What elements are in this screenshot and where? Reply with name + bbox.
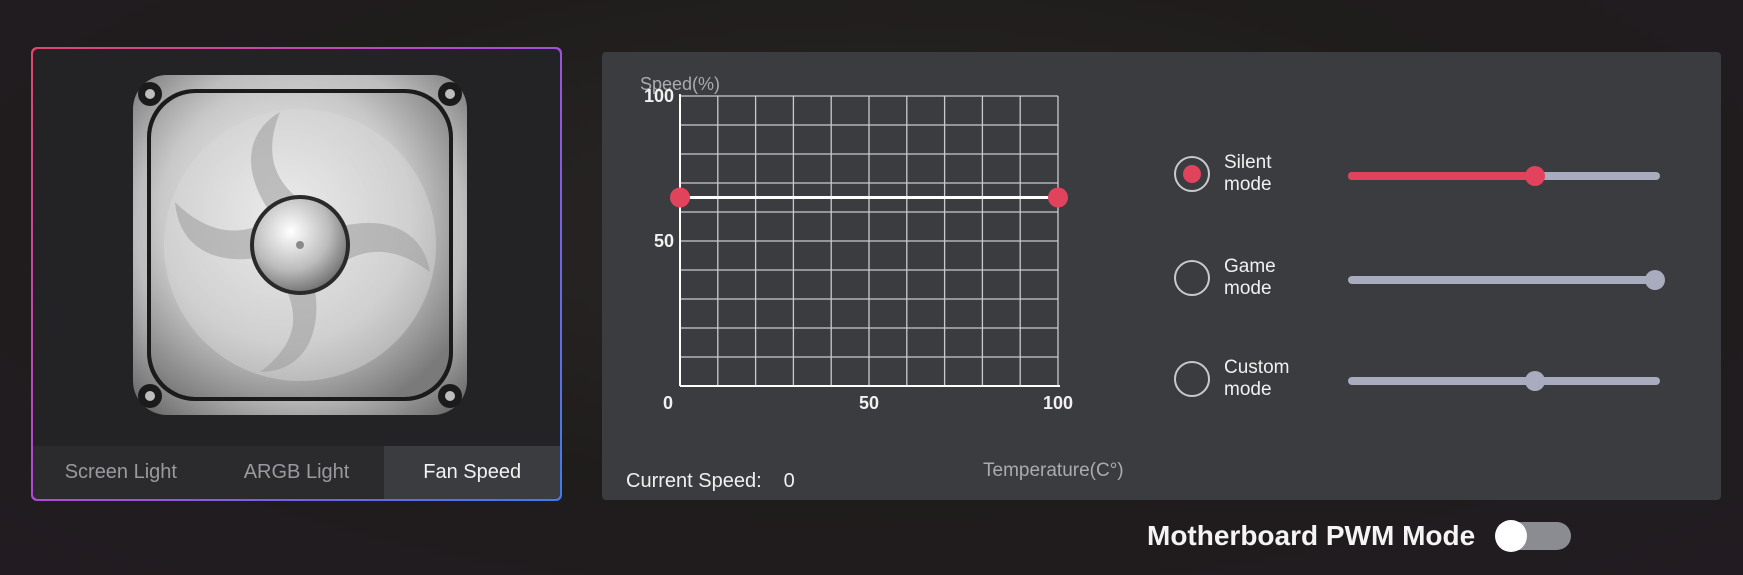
- game-slider-thumb[interactable]: [1645, 270, 1666, 290]
- radio-game-mode[interactable]: [1174, 260, 1210, 296]
- pwm-mode-label: Motherboard PWM Mode: [1147, 520, 1476, 551]
- curve-point: [1048, 187, 1068, 208]
- silent-mode-slider[interactable]: [1348, 166, 1660, 186]
- fan-image: [130, 72, 470, 418]
- custom-mode-label[interactable]: Custom mode: [1224, 357, 1334, 401]
- pwm-mode-toggle[interactable]: [1495, 520, 1572, 552]
- x-tick-label: 100: [1043, 393, 1073, 413]
- tab-fan-speed[interactable]: Fan Speed: [384, 446, 560, 499]
- fan-speed-panel: Speed(%) 100 50 0 50 100 Temperature(C°) Cur…: [602, 52, 1721, 500]
- mode-custom: Custom mode: [1174, 349, 1694, 409]
- silent-mode-label[interactable]: Silent mode: [1224, 152, 1334, 196]
- tab-screen-light[interactable]: Screen Light: [33, 446, 209, 499]
- radio-custom-mode[interactable]: [1174, 361, 1210, 397]
- y-tick-label: 50: [654, 231, 674, 251]
- y-tick-label: 100: [644, 86, 674, 106]
- current-speed: Current Speed: 0: [626, 470, 795, 493]
- game-mode-slider[interactable]: [1348, 270, 1666, 290]
- custom-mode-slider[interactable]: [1348, 371, 1660, 391]
- x-tick-label: 50: [859, 393, 879, 413]
- device-tabs: Screen Light ARGB Light Fan Speed: [33, 446, 560, 499]
- current-speed-label: Current Speed:: [626, 470, 762, 492]
- tab-argb-light[interactable]: ARGB Light: [209, 446, 385, 499]
- fan-curve-chart[interactable]: 100 50 0 50 100: [602, 52, 1102, 462]
- silent-slider-fill: [1348, 172, 1536, 180]
- pwm-mode-row: Motherboard PWM Mode: [1147, 520, 1572, 552]
- game-mode-label[interactable]: Game mode: [1224, 256, 1334, 300]
- game-mode-label-line1: Game: [1224, 256, 1276, 277]
- mode-silent: Silent mode: [1174, 144, 1694, 204]
- current-speed-value: 0: [783, 470, 795, 492]
- pwm-toggle-knob: [1495, 520, 1528, 552]
- x-axis-label: Temperature(C°): [983, 460, 1124, 481]
- game-mode-label-line2: mode: [1224, 278, 1272, 299]
- mode-game: Game mode: [1174, 248, 1694, 308]
- device-inner: Screen Light ARGB Light Fan Speed: [33, 49, 560, 499]
- silent-mode-label-line1: Silent: [1224, 152, 1272, 173]
- origin-tick-label: 0: [663, 393, 673, 413]
- curve-point: [670, 187, 690, 208]
- custom-mode-label-line2: mode: [1224, 379, 1272, 400]
- silent-slider-thumb[interactable]: [1525, 166, 1546, 186]
- custom-slider-thumb[interactable]: [1525, 371, 1546, 391]
- radio-silent-mode[interactable]: [1174, 156, 1210, 192]
- device-card: Screen Light ARGB Light Fan Speed: [31, 47, 562, 501]
- custom-mode-label-line1: Custom: [1224, 357, 1290, 378]
- silent-mode-label-line2: mode: [1224, 174, 1272, 195]
